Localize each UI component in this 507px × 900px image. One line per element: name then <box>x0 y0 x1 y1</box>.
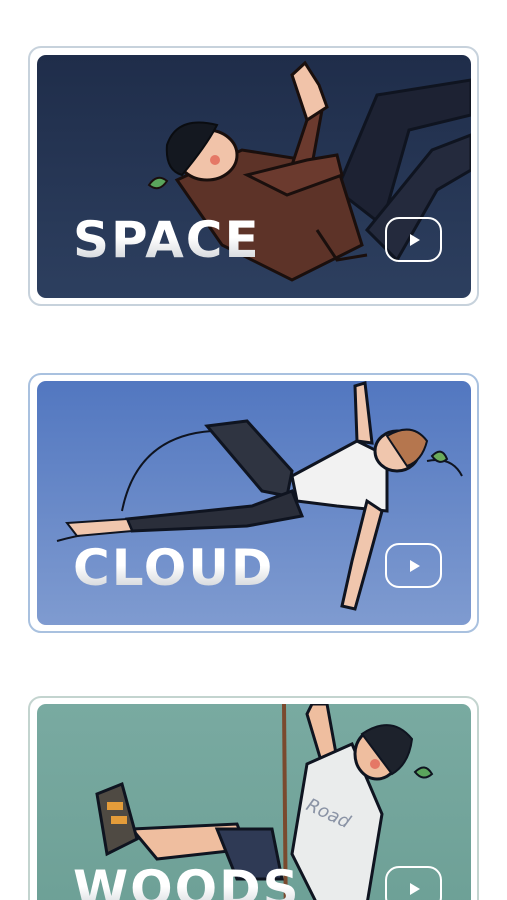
theme-list: SPACE CLOUD Road WOODS <box>0 0 507 900</box>
space-play-button[interactable] <box>385 217 442 262</box>
play-icon <box>410 233 420 246</box>
space-title: SPACE <box>73 211 261 269</box>
woods-card[interactable]: Road WOODS <box>37 704 471 900</box>
play-icon <box>410 882 420 895</box>
play-icon <box>410 559 420 572</box>
woods-title: WOODS <box>73 864 301 900</box>
cloud-title: CLOUD <box>73 539 275 597</box>
space-card[interactable]: SPACE <box>37 55 471 298</box>
cloud-play-button[interactable] <box>385 543 442 588</box>
cloud-card[interactable]: CLOUD <box>37 381 471 625</box>
woods-play-button[interactable] <box>385 866 442 900</box>
